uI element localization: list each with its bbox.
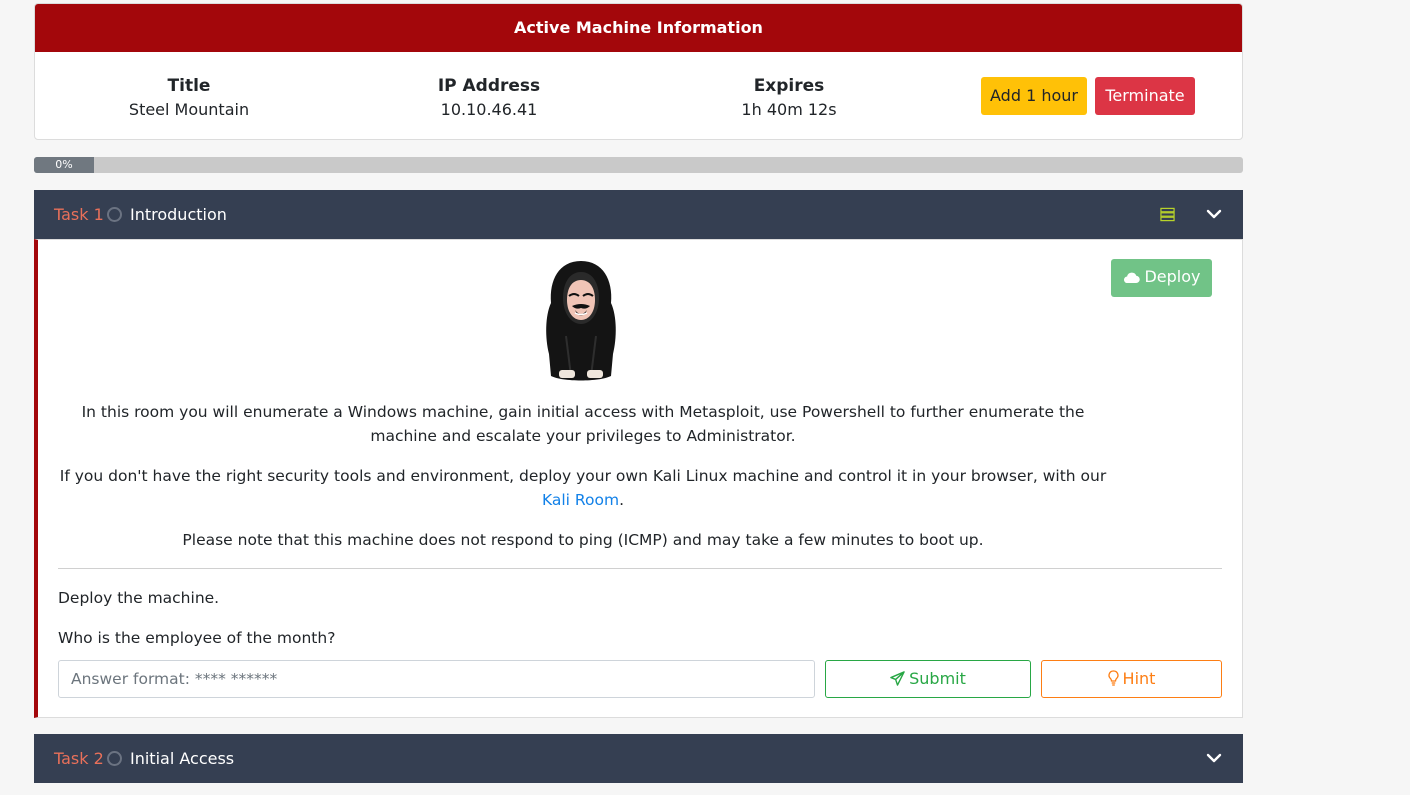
hint-button[interactable]: Hint — [1041, 660, 1222, 698]
machine-expires-label: Expires — [753, 76, 825, 96]
lightbulb-icon — [1108, 670, 1119, 686]
question-1-text: Deploy the machine. — [58, 589, 220, 607]
submit-button[interactable]: Submit — [825, 660, 1031, 698]
add-hour-button[interactable]: Add 1 hour — [981, 77, 1087, 115]
machine-ip-info: IP Address 10.10.46.41 — [339, 74, 639, 122]
machine-ip-value: 10.10.46.41 — [440, 100, 538, 119]
machine-ip-label: IP Address — [437, 76, 541, 96]
task-2-number: Task 2 — [54, 749, 104, 768]
deploy-button[interactable]: Deploy — [1111, 259, 1212, 297]
kali-paragraph: If you don't have the right security too… — [58, 464, 1108, 512]
machine-expires-value: 1h 40m 12s — [741, 100, 837, 119]
machine-expires-info: Expires 1h 40m 12s — [639, 74, 939, 122]
chevron-down-icon[interactable] — [1206, 207, 1222, 221]
machine-body: Title Steel Mountain IP Address 10.10.46… — [35, 52, 1242, 139]
section-divider — [58, 568, 1222, 569]
cloud-icon — [1124, 272, 1141, 284]
circle-outline-icon — [107, 751, 122, 766]
task-1-number: Task 1 — [54, 205, 104, 224]
ping-note-paragraph: Please note that this machine does not r… — [182, 531, 984, 549]
room-progress-bar: 0% — [34, 157, 1243, 173]
kali-room-link[interactable]: Kali Room — [542, 491, 619, 509]
machine-title-info: Title Steel Mountain — [39, 74, 339, 122]
task-2-title: Initial Access — [130, 749, 235, 768]
chevron-down-icon[interactable] — [1206, 751, 1222, 765]
task-1-title: Introduction — [130, 205, 227, 224]
active-machine-card: Active Machine Information Title Steel M… — [34, 3, 1243, 140]
task-1-body: Deploy In this room you will enumerate a… — [34, 239, 1243, 718]
machine-title-value: Steel Mountain — [128, 100, 250, 119]
kali-paragraph-prefix: If you don't have the right security too… — [59, 467, 1107, 485]
answer-input[interactable] — [58, 660, 815, 698]
machine-title-label: Title — [167, 76, 211, 96]
server-list-icon[interactable] — [1160, 207, 1175, 222]
question-2-text: Who is the employee of the month? — [58, 629, 336, 647]
kali-paragraph-suffix: . — [619, 491, 624, 509]
hooded-mascot-image — [546, 261, 616, 381]
intro-paragraph: In this room you will enumerate a Window… — [81, 403, 1085, 445]
task-1-header[interactable]: Task 1 Introduction — [34, 190, 1243, 239]
hint-label: Hint — [1122, 669, 1156, 688]
machine-header: Active Machine Information — [35, 4, 1242, 52]
terminate-button[interactable]: Terminate — [1095, 77, 1195, 115]
submit-label: Submit — [909, 669, 966, 688]
task-2-header[interactable]: Task 2 Initial Access — [34, 734, 1243, 783]
deploy-label: Deploy — [1144, 267, 1201, 286]
circle-outline-icon — [107, 207, 122, 222]
paper-plane-icon — [890, 671, 905, 686]
room-progress-fill: 0% — [34, 157, 94, 173]
